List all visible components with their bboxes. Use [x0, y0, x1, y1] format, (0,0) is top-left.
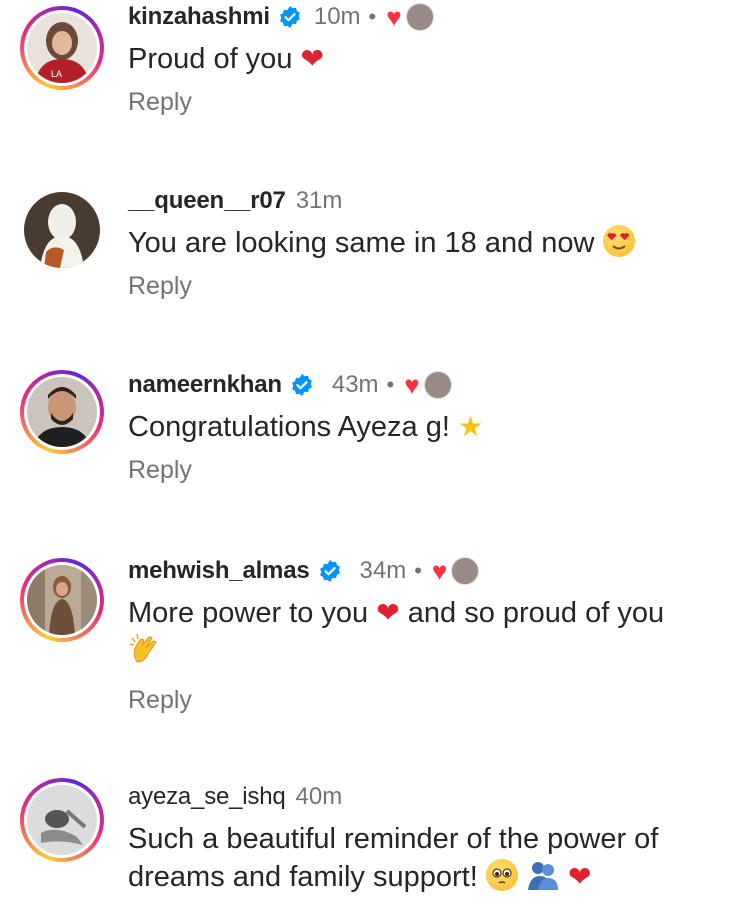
author-avatar-icon	[451, 557, 480, 585]
avatar[interactable]: LA	[20, 6, 104, 90]
liked-by-author-heart-icon: ♥	[431, 556, 448, 586]
liked-by-author-heart-icon: ♥	[404, 370, 420, 400]
comment-item: nameernkhan 43m • ♥ Congratulations Ayez…	[0, 364, 735, 534]
avatar[interactable]	[20, 188, 104, 272]
star-emoji-icon: ★	[457, 410, 484, 443]
avatar[interactable]	[20, 370, 104, 454]
comment-text-body: You are looking same in 18 and now	[128, 227, 595, 259]
heart-emoji-icon: ❤	[567, 860, 592, 893]
comment-text: Proud of you ❤	[128, 40, 715, 78]
comment-text: Such a beautiful reminder of the power o…	[128, 820, 708, 902]
verified-badge-icon	[279, 6, 300, 28]
timestamp: 43m	[331, 371, 379, 398]
separator-dot: •	[386, 372, 395, 397]
username[interactable]: __queen__r07	[128, 187, 286, 215]
heart-emoji-icon: ❤	[376, 596, 400, 629]
people-hugging-emoji-icon	[526, 858, 560, 902]
reply-button[interactable]: Reply	[128, 88, 715, 117]
username[interactable]: nameernkhan	[128, 371, 282, 399]
comment-item: ayeza_se_ishq 40m Such a beautiful remin…	[0, 778, 735, 907]
verified-badge-icon	[291, 374, 312, 396]
timestamp: 10m	[313, 3, 361, 30]
clapping-hands-emoji-icon	[128, 632, 162, 676]
timestamp: 34m	[359, 557, 407, 584]
comment-item: LA kinzahashmi 10m • ♥ Proud of you ❤ Re…	[0, 0, 735, 170]
separator-dot: •	[368, 4, 377, 29]
heart-emoji-icon: ❤	[300, 42, 324, 75]
comment-text: More power to you ❤ and so proud of you	[128, 594, 715, 676]
comment-text-body: Proud of you	[128, 43, 293, 75]
heart-eyes-emoji-icon	[602, 225, 635, 257]
author-avatar-icon	[405, 3, 434, 31]
svg-text:LA: LA	[51, 69, 62, 79]
reply-button[interactable]: Reply	[128, 456, 715, 485]
comment-text-body: Congratulations Ayeza g!	[128, 411, 450, 443]
reply-button[interactable]: Reply	[128, 272, 715, 301]
username[interactable]: mehwish_almas	[128, 557, 310, 585]
avatar[interactable]	[20, 778, 104, 862]
comment-item: mehwish_almas 34m • ♥ More power to you …	[0, 552, 735, 752]
comment-text-body: and so proud of you	[407, 597, 665, 629]
timestamp: 40m	[295, 783, 343, 810]
comment-text: You are looking same in 18 and now	[128, 224, 715, 262]
separator-dot: •	[414, 558, 422, 583]
comment-text: Congratulations Ayeza g! ★	[128, 408, 715, 446]
avatar[interactable]	[20, 558, 104, 642]
username[interactable]: ayeza_se_ishq	[128, 783, 286, 811]
comment-item: __queen__r07 31m You are looking same in…	[0, 182, 735, 352]
reply-button[interactable]: Reply	[128, 686, 715, 715]
username[interactable]: kinzahashmi	[128, 3, 270, 31]
liked-by-author-heart-icon: ♥	[386, 2, 402, 32]
author-avatar-icon	[423, 371, 452, 399]
pleading-face-emoji-icon	[485, 859, 518, 891]
timestamp: 31m	[295, 187, 343, 214]
verified-badge-icon	[319, 560, 340, 582]
comment-text-body: More power to you	[128, 597, 369, 629]
